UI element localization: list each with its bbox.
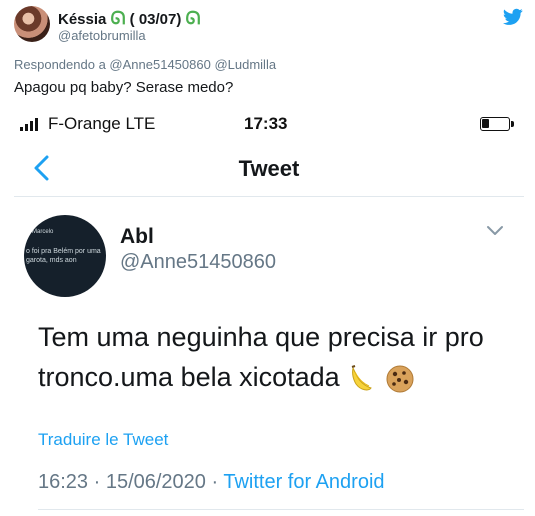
outer-name-text: Késsia — [58, 11, 107, 28]
status-bar: F-Orange LTE 17:33 — [14, 105, 535, 141]
outer-name-date: ( 03/07) — [125, 11, 186, 28]
cookie-emoji-icon — [386, 365, 414, 393]
inner-tweet-text: Tem uma neguinha que precisa ir pro tron… — [38, 317, 508, 397]
nav-title: Tweet — [238, 156, 300, 181]
nav-bar: Tweet — [14, 141, 524, 197]
battery-icon — [480, 117, 514, 131]
tweet-text-line: tronco.uma bela xicotada — [38, 362, 348, 392]
tweet-source-link[interactable]: Twitter for Android — [223, 471, 384, 493]
tweet-meta: 16:23 · 15/06/2020 · Twitter for Android — [38, 471, 385, 494]
signal-strength-icon — [20, 117, 38, 131]
reply-context: Respondendo a @Anne51450860 @Ludmilla — [14, 57, 276, 72]
status-time: 17:33 — [244, 114, 288, 133]
outer-avatar[interactable] — [14, 6, 50, 42]
twitter-bird-icon[interactable] — [503, 8, 523, 26]
tweet-timestamp: 16:23 · 15/06/2020 · — [38, 471, 224, 493]
divider — [38, 509, 524, 510]
inner-avatar[interactable]: Marcelo o foi pra Belém por uma garota, … — [24, 215, 106, 297]
plant-emoji-icon: ᘏ — [185, 8, 201, 28]
outer-display-name[interactable]: Késsia ᘏ ( 03/07) ᘏ — [58, 8, 200, 29]
embedded-screenshot[interactable]: F-Orange LTE 17:33 Tweet Marcelo o foi p… — [14, 105, 535, 516]
translate-tweet-link[interactable]: Traduire le Tweet — [38, 430, 168, 450]
outer-tweet-text: Apagou pq baby? Serase medo? — [14, 79, 234, 96]
inner-display-name[interactable]: Abl — [120, 225, 154, 249]
inner-handle[interactable]: @Anne51450860 — [120, 251, 276, 274]
avatar-text: Marcelo — [32, 229, 54, 235]
outer-handle[interactable]: @afetobrumilla — [58, 28, 146, 43]
plant-emoji-icon: ᘏ — [110, 8, 126, 28]
tweet-text-line: Tem uma neguinha que precisa ir pro — [38, 322, 484, 352]
reply-mention[interactable]: @Anne51450860 — [109, 57, 210, 72]
reply-mention[interactable]: @Ludmilla — [214, 57, 276, 72]
banana-emoji-icon — [351, 364, 372, 391]
carrier-label: F-Orange LTE — [48, 114, 156, 133]
chevron-down-icon[interactable] — [486, 225, 504, 237]
reply-prefix: Respondendo a — [14, 57, 110, 72]
avatar-text: o foi pra Belém por uma garota, mds aon — [26, 248, 101, 264]
